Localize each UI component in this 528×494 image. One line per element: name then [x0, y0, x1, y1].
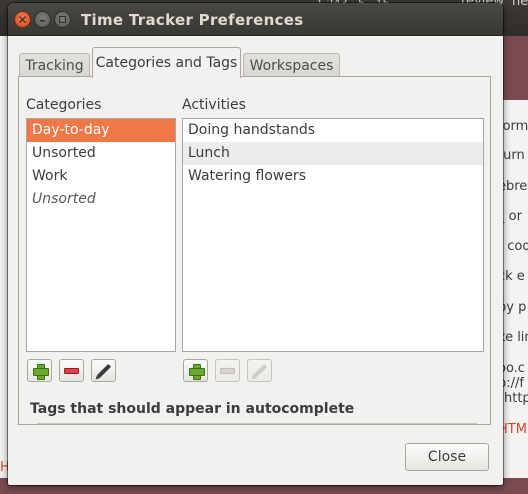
category-item[interactable]: Unsorted: [27, 142, 175, 165]
window-title: Time Tracker Preferences: [81, 11, 304, 29]
categories-list[interactable]: Day-to-day Unsorted Work Unsorted: [26, 118, 176, 352]
edit-category-button[interactable]: [91, 359, 116, 382]
activities-list[interactable]: Doing handstands Lunch Watering flowers: [182, 118, 484, 352]
window-minimize-button[interactable]: –: [34, 11, 51, 28]
remove-icon: [220, 367, 235, 374]
add-icon: [188, 363, 205, 380]
edit-activity-button[interactable]: [247, 359, 272, 382]
activity-item[interactable]: Doing handstands: [183, 119, 483, 142]
maximize-icon: [59, 16, 66, 23]
remove-activity-button[interactable]: [215, 359, 240, 382]
title-bar[interactable]: ✕ – Time Tracker Preferences: [8, 3, 503, 36]
remove-category-button[interactable]: [59, 359, 84, 382]
remove-icon: [64, 367, 79, 374]
activity-item[interactable]: Watering flowers: [183, 165, 483, 188]
add-activity-button[interactable]: [183, 359, 208, 382]
pencil-icon: [252, 363, 267, 378]
activities-heading: Activities: [182, 97, 246, 113]
tags-heading: Tags that should appear in autocomplete: [30, 401, 355, 417]
activity-item[interactable]: Lunch: [183, 142, 483, 165]
background-tab-he: he: [512, 0, 528, 9]
category-item[interactable]: Unsorted: [27, 188, 175, 211]
category-item[interactable]: Work: [27, 165, 175, 188]
pencil-icon: [96, 363, 111, 378]
window-close-button[interactable]: ✕: [14, 11, 31, 28]
window-maximize-button[interactable]: [54, 11, 71, 28]
minimize-icon: –: [39, 12, 46, 27]
categories-heading: Categories: [26, 97, 102, 113]
add-icon: [32, 363, 49, 380]
category-item[interactable]: Day-to-day: [27, 119, 175, 142]
close-icon: ✕: [17, 12, 28, 27]
preferences-dialog: ✕ – Time Tracker Preferences Tracking Ca…: [8, 3, 503, 485]
tab-categories-and-tags[interactable]: Categories and Tags: [92, 47, 241, 78]
add-category-button[interactable]: [27, 359, 52, 382]
tab-panel-categories-and-tags: Categories Activities Day-to-day Unsorte…: [18, 76, 491, 425]
tab-tracking[interactable]: Tracking: [19, 53, 90, 77]
tab-workspaces[interactable]: Workspaces: [243, 53, 340, 77]
close-button[interactable]: Close: [405, 443, 489, 471]
tags-separator: [37, 423, 477, 424]
